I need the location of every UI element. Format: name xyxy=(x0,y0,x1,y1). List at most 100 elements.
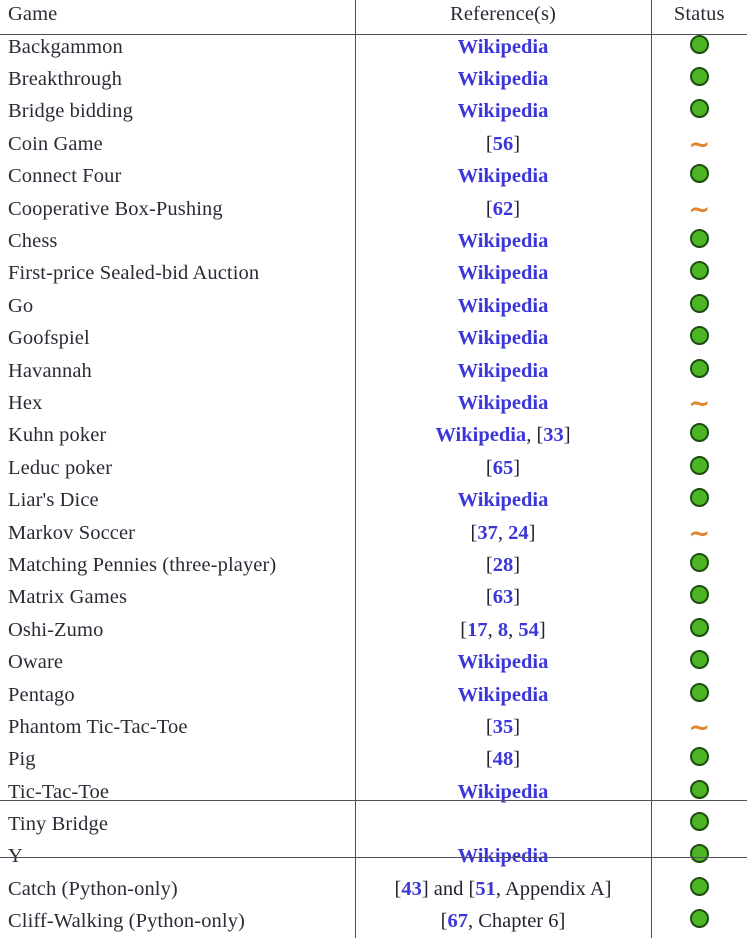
cell-reference: [17, 8, 54] xyxy=(354,614,651,647)
cell-status xyxy=(650,452,747,485)
reference-link[interactable]: Wikipedia xyxy=(458,327,549,349)
cell-reference: Wikipedia xyxy=(354,290,651,323)
table-row: Go Wikipedia xyxy=(0,290,747,323)
table-row: Pentago Wikipedia xyxy=(0,678,747,712)
green-circle-icon xyxy=(689,617,709,637)
cell-game-name: Oshi-Zumo xyxy=(8,618,104,641)
cell-status xyxy=(650,225,747,258)
reference-link[interactable]: 62 xyxy=(493,198,514,220)
reference-link[interactable]: 17 xyxy=(467,619,488,641)
table-row: Phantom Tic-Tac-Toe [35] ∼ xyxy=(0,711,747,744)
table-row: Hex Wikipedia ∼ xyxy=(0,387,747,420)
green-circle-icon xyxy=(689,812,709,832)
reference-text: ] xyxy=(513,553,521,576)
reference-text: , Chapter 6] xyxy=(467,910,566,933)
cell-game-name: Matrix Games xyxy=(8,586,128,609)
table-row: Pig [48] xyxy=(0,743,747,776)
reference-link[interactable]: 28 xyxy=(493,554,514,576)
reference-link[interactable]: 24 xyxy=(508,522,529,544)
cell-reference: Wikipedia xyxy=(354,387,651,420)
reference-link[interactable]: 65 xyxy=(493,457,514,479)
cell-game-name: Leduc poker xyxy=(8,456,113,479)
cell-game-name: Hex xyxy=(8,391,43,414)
reference-link[interactable]: 56 xyxy=(493,133,514,155)
cell-reference: [43] and [51, Appendix A] xyxy=(354,873,651,906)
green-circle-icon xyxy=(689,650,709,670)
table-row: Cooperative Box-Pushing [62] ∼ xyxy=(0,192,747,226)
reference-text: , xyxy=(508,618,519,641)
reference-text: ] xyxy=(538,618,546,641)
reference-link[interactable]: Wikipedia xyxy=(435,424,526,446)
column-header-status: Status xyxy=(650,0,747,31)
reference-link[interactable]: 43 xyxy=(401,878,422,900)
reference-link[interactable]: 48 xyxy=(493,748,514,770)
reference-text: , xyxy=(487,618,498,641)
green-circle-icon xyxy=(689,747,709,767)
green-circle-icon xyxy=(689,164,709,184)
cell-game-name: Oware xyxy=(8,651,64,674)
cell-reference: [37, 24] xyxy=(354,516,651,550)
reference-link[interactable]: Wikipedia xyxy=(458,651,549,673)
cell-status xyxy=(650,31,747,64)
cell-game-name: Chess xyxy=(8,230,58,253)
table-row: Bridge bidding Wikipedia xyxy=(0,95,747,129)
reference-link[interactable]: 33 xyxy=(543,424,564,446)
cell-game-name: Go xyxy=(8,294,34,317)
cell-reference: [35] xyxy=(354,711,651,744)
reference-link[interactable]: Wikipedia xyxy=(458,262,549,284)
table-header-row: Game Reference(s) Status xyxy=(0,0,747,31)
reference-text: ] xyxy=(513,748,521,771)
cell-game-name: Havannah xyxy=(8,359,92,382)
cell-reference: Wikipedia xyxy=(354,95,651,129)
orange-tilde-icon: ∼ xyxy=(688,129,711,160)
header-divider-rule xyxy=(0,34,747,35)
reference-link[interactable]: Wikipedia xyxy=(458,36,549,58)
reference-text: ] xyxy=(513,132,521,155)
reference-link[interactable]: Wikipedia xyxy=(458,360,549,382)
green-circle-icon xyxy=(689,34,709,54)
reference-link[interactable]: Wikipedia xyxy=(458,165,549,187)
reference-link[interactable]: 63 xyxy=(493,586,514,608)
cell-status xyxy=(650,63,747,96)
table-row: Oware Wikipedia xyxy=(0,646,747,679)
reference-link[interactable]: 51 xyxy=(475,878,496,900)
cell-status xyxy=(650,581,747,615)
table-row: Matrix Games [63] xyxy=(0,581,747,615)
cell-reference: [63] xyxy=(354,581,651,615)
table-row: Markov Soccer [37, 24] ∼ xyxy=(0,516,747,550)
reference-link[interactable]: Wikipedia xyxy=(458,392,549,414)
orange-tilde-icon: ∼ xyxy=(688,388,711,419)
reference-text: , [ xyxy=(526,424,544,447)
cell-reference: Wikipedia xyxy=(354,322,651,355)
green-circle-icon xyxy=(689,909,709,929)
table-header: Game Reference(s) Status xyxy=(0,0,747,31)
reference-link[interactable]: 67 xyxy=(447,910,468,932)
column-header-game: Game xyxy=(8,3,58,25)
cell-status xyxy=(650,775,747,809)
reference-link[interactable]: Wikipedia xyxy=(458,68,549,90)
table-row: Goofspiel Wikipedia xyxy=(0,322,747,355)
reference-text: [ xyxy=(485,197,493,220)
reference-link[interactable]: Wikipedia xyxy=(458,100,549,122)
green-circle-icon xyxy=(689,455,709,475)
reference-text: ] xyxy=(528,521,536,544)
table-row: Cliff-Walking (Python-only) [67, Chapter … xyxy=(0,905,747,938)
cell-status xyxy=(650,257,747,291)
reference-link[interactable]: 54 xyxy=(518,619,539,641)
cell-status xyxy=(650,354,747,388)
cell-status xyxy=(650,808,747,841)
reference-link[interactable]: Wikipedia xyxy=(458,489,549,511)
reference-link[interactable]: 37 xyxy=(477,522,498,544)
cell-status: ∼ xyxy=(650,387,747,420)
cell-reference: Wikipedia xyxy=(354,484,651,517)
reference-text: ] xyxy=(513,715,521,738)
cell-reference: [65] xyxy=(354,452,651,485)
reference-link[interactable]: Wikipedia xyxy=(458,684,549,706)
cell-reference: [56] xyxy=(354,128,651,161)
cell-game-name: Coin Game xyxy=(8,132,103,155)
reference-link[interactable]: 8 xyxy=(498,619,508,641)
reference-link[interactable]: Wikipedia xyxy=(458,295,549,317)
green-circle-icon xyxy=(689,844,709,864)
reference-link[interactable]: 35 xyxy=(493,716,514,738)
reference-link[interactable]: Wikipedia xyxy=(458,230,549,252)
